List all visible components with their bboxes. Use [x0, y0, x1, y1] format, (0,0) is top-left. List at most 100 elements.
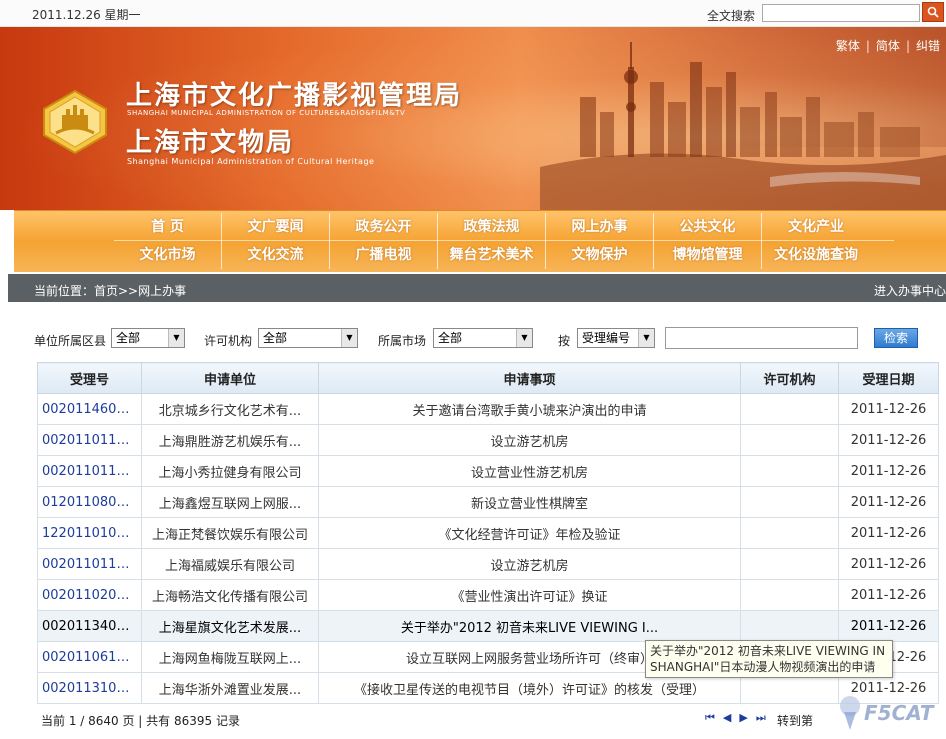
cell-date: 2011-12-26 [838, 517, 939, 549]
table-row[interactable]: 002011011413 上海小秀拉健身有限公司 设立营业性游艺机房 2011-12-… [37, 455, 939, 487]
keyword-input[interactable] [665, 327, 858, 349]
nav-row-2: 文化市场 文化交流 广播电视 舞台艺术美术 文物保护 博物馆管理 文化设施查询 [114, 241, 894, 269]
cell-application-id[interactable]: 002011310052 [37, 672, 142, 704]
fulltext-search-input[interactable] [762, 4, 920, 22]
nav-item-stage-arts[interactable]: 舞台艺术美术 [438, 241, 546, 269]
nav-item-heritage-protection[interactable]: 文物保护 [546, 241, 654, 269]
search-icon [927, 6, 939, 18]
col-header-org[interactable]: 许可机构 [740, 362, 839, 394]
cell-date: 2011-12-26 [838, 579, 939, 611]
top-bar: 2011.12.26 星期一 全文搜索 [0, 0, 946, 27]
chevron-down-icon: ▼ [168, 329, 184, 347]
cell-applicant: 北京城乡行文化艺术有... [141, 393, 319, 425]
search-button[interactable] [922, 2, 944, 22]
table-row[interactable]: 002011460620 北京城乡行文化艺术有... 关于邀请台湾歌手黄小琥来沪演出… [37, 393, 939, 425]
district-select[interactable]: 全部 ▼ [111, 328, 185, 348]
col-header-date[interactable]: 受理日期 [838, 362, 939, 394]
cell-application-id[interactable]: 002011011413 [37, 455, 142, 487]
district-select-value: 全部 [116, 331, 141, 345]
cell-date: 2011-12-26 [838, 424, 939, 456]
org-label: 许可机构 [204, 334, 253, 348]
nav-row-1: 首 页 文广要闻 政务公开 政策法规 网上办事 公共文化 文化产业 [114, 213, 894, 241]
bureau-title-en: SHANGHAI MUNICIPAL ADMINISTRATION OF CUL… [127, 109, 406, 117]
nav-item-facility-search[interactable]: 文化设施查询 [762, 241, 870, 269]
cell-license-org [740, 486, 839, 518]
nav-item-policies[interactable]: 政策法规 [438, 213, 546, 241]
watermark-text: F5CAT [864, 701, 935, 725]
cell-application-item[interactable]: 《文化经营许可证》年检及验证 [318, 517, 741, 549]
search-submit-button[interactable]: 检索 [874, 328, 918, 348]
cell-applicant: 上海小秀拉健身有限公司 [141, 455, 319, 487]
cell-application-item[interactable]: 设立营业性游艺机房 [318, 455, 741, 487]
search-field-select-value: 受理编号 [582, 331, 631, 345]
site-watermark: F5CAT [840, 696, 935, 730]
lang-simplified-link[interactable]: 简体 [876, 39, 900, 53]
nav-item-culture-industry[interactable]: 文化产业 [762, 213, 870, 241]
pagination-info: 当前 1 / 8640 页 | 共有 86395 记录 [41, 714, 240, 728]
cell-application-id[interactable]: 122011010212 [37, 517, 142, 549]
nav-item-news[interactable]: 文广要闻 [222, 213, 330, 241]
cell-application-id[interactable]: 002011061775 [37, 641, 142, 673]
nav-item-gov-affairs[interactable]: 政务公开 [330, 213, 438, 241]
nav-item-home[interactable]: 首 页 [114, 213, 222, 241]
cell-applicant: 上海鑫煜互联网上网服... [141, 486, 319, 518]
table-row[interactable]: 002011011286 上海福威娱乐有限公司 设立游艺机房 2011-12-26 [37, 548, 939, 580]
cell-applicant: 上海福威娱乐有限公司 [141, 548, 319, 580]
language-switcher: 繁体 | 简体 | 纠错 [835, 39, 940, 53]
cell-application-id[interactable]: 012011080079 [37, 486, 142, 518]
enter-service-center-link[interactable]: 进入办事中心 [874, 282, 946, 299]
cell-application-item[interactable]: 新设立营业性棋牌室 [318, 486, 741, 518]
error-report-link[interactable]: 纠错 [916, 39, 940, 53]
nav-item-culture-market[interactable]: 文化市场 [114, 241, 222, 269]
search-field-select[interactable]: 受理编号 ▼ [577, 328, 655, 348]
cell-application-item[interactable]: 《营业性演出许可证》换证 [318, 579, 741, 611]
cell-date: 2011-12-26 [838, 393, 939, 425]
first-page-icon[interactable]: ⏮ [705, 711, 715, 725]
chevron-down-icon: ▼ [638, 329, 654, 347]
page-controls: ⏮ ◀ ▶ ⏭ [705, 711, 766, 725]
chevron-down-icon: ▼ [516, 329, 532, 347]
cell-date: 2011-12-26 [838, 548, 939, 580]
market-select[interactable]: 全部 ▼ [433, 328, 533, 348]
table-row[interactable]: 122011010212 上海正梵餐饮娱乐有限公司 《文化经营许可证》年检及验证 20… [37, 517, 939, 549]
cell-license-org [740, 610, 839, 642]
cell-license-org [740, 455, 839, 487]
cell-application-id[interactable]: 002011020255 [37, 579, 142, 611]
cell-application-id[interactable]: 002011011286 [37, 548, 142, 580]
cell-application-item[interactable]: 关于举办"2012 初音未来LIVE VIEWING I... [318, 610, 741, 642]
col-header-applicant[interactable]: 申请单位 [141, 362, 319, 394]
pagination-bar: 当前 1 / 8640 页 | 共有 86395 记录 ⏮ ◀ ▶ ⏭ 转到第 [37, 707, 938, 731]
lang-traditional-link[interactable]: 繁体 [836, 39, 860, 53]
cell-license-org [740, 424, 839, 456]
cell-application-id[interactable]: 002011340560 [37, 610, 142, 642]
filter-bar: 单位所属区县 全部 ▼ 许可机构 全部 ▼ 所属市场 全部 ▼ 按 受理编号 ▼… [34, 327, 946, 351]
col-header-item[interactable]: 申请事项 [318, 362, 741, 394]
cell-date: 2011-12-26 [838, 610, 939, 642]
cell-application-id[interactable]: 002011460620 [37, 393, 142, 425]
table-row[interactable]: 002011020255 上海畅浩文化传播有限公司 《营业性演出许可证》换证 2011… [37, 579, 939, 611]
chevron-down-icon: ▼ [341, 329, 357, 347]
breadcrumb: 当前位置：首页>>网上办事 [34, 284, 187, 298]
nav-item-online-services[interactable]: 网上办事 [546, 213, 654, 241]
market-label: 所属市场 [378, 334, 427, 348]
table-row[interactable]: 012011080079 上海鑫煜互联网上网服... 新设立营业性棋牌室 2011-1… [37, 486, 939, 518]
cell-application-item[interactable]: 关于邀请台湾歌手黄小琥来沪演出的申请 [318, 393, 741, 425]
next-page-icon[interactable]: ▶ [739, 711, 747, 725]
row-tooltip: 关于举办"2012 初音未来LIVE VIEWING IN SHANGHAI"日… [645, 640, 893, 678]
last-page-icon[interactable]: ⏭ [756, 711, 766, 725]
cell-application-item[interactable]: 设立游艺机房 [318, 424, 741, 456]
cell-license-org [740, 579, 839, 611]
table-row[interactable]: 002011340560 上海星旗文化艺术发展... 关于举办"2012 初音未来L… [37, 610, 939, 642]
nav-item-museum-management[interactable]: 博物馆管理 [654, 241, 762, 269]
search-by-label: 按 [558, 334, 571, 348]
cell-application-item[interactable]: 设立游艺机房 [318, 548, 741, 580]
nav-item-public-culture[interactable]: 公共文化 [654, 213, 762, 241]
cell-application-id[interactable]: 002011011173 [37, 424, 142, 456]
org-select[interactable]: 全部 ▼ [258, 328, 358, 348]
nav-item-culture-exchange[interactable]: 文化交流 [222, 241, 330, 269]
col-header-id[interactable]: 受理号 [37, 362, 142, 394]
district-label: 单位所属区县 [34, 334, 107, 348]
nav-item-radio-tv[interactable]: 广播电视 [330, 241, 438, 269]
table-row[interactable]: 002011011173 上海鼎胜游艺机娱乐有... 设立游艺机房 2011-12-2… [37, 424, 939, 456]
prev-page-icon[interactable]: ◀ [723, 711, 731, 725]
